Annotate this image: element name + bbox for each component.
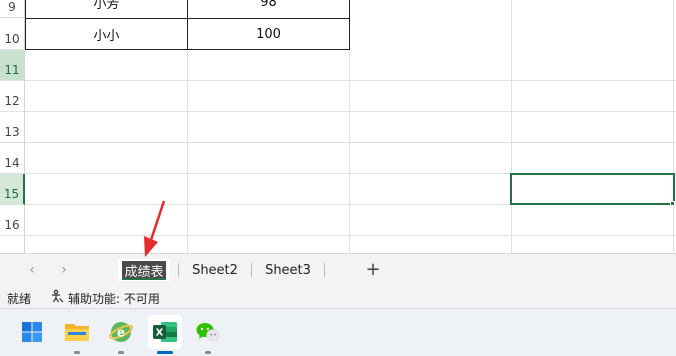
plus-icon: +: [365, 258, 381, 280]
active-cell-selection[interactable]: [510, 173, 675, 205]
next-sheet-button[interactable]: ›: [53, 260, 75, 280]
taskbar-browser[interactable]: e: [104, 315, 138, 349]
accessibility-text: 辅助功能: 不可用: [68, 292, 160, 306]
taskbar-wechat[interactable]: [191, 315, 225, 349]
row-header-16[interactable]: 16: [0, 205, 25, 236]
tab-sheet2[interactable]: Sheet2: [186, 259, 244, 281]
row-number: 14: [4, 156, 20, 170]
gridline: [25, 80, 676, 81]
taskbar-file-explorer[interactable]: [60, 315, 94, 349]
browser-icon: e: [109, 322, 133, 342]
sheet-tab-bar: ‹ › 成绩表 Sheet2 Sheet3 +: [0, 253, 676, 286]
row-number: 11: [4, 63, 20, 77]
row-number: 13: [4, 125, 20, 139]
gridline: [673, 0, 674, 253]
prev-sheet-button[interactable]: ‹: [21, 260, 43, 280]
taskbar: e X: [0, 308, 676, 356]
svg-text:e: e: [117, 326, 125, 340]
file-explorer-icon: [65, 324, 89, 341]
chevron-left-icon: ‹: [29, 262, 35, 278]
tab-separator: [251, 263, 252, 277]
status-bar: 就绪 辅助功能: 不可用: [0, 286, 676, 308]
taskbar-excel[interactable]: X: [148, 315, 182, 349]
row-number: 9: [8, 0, 16, 14]
active-tab-indicator: [122, 278, 166, 280]
cell-score-row9[interactable]: 98: [187, 0, 350, 19]
tab-separator: [178, 263, 179, 277]
status-ready-text: 就绪: [7, 292, 32, 306]
tab-label: 成绩表: [122, 260, 166, 280]
cell-name-row9[interactable]: 小芳: [25, 0, 188, 19]
tab-label: Sheet2: [192, 262, 238, 278]
cell-name-row10[interactable]: 小小: [25, 18, 188, 50]
row-number: 10: [4, 32, 20, 46]
row-header-10[interactable]: 10: [0, 18, 25, 50]
row-number: 12: [4, 94, 20, 108]
running-indicator: [74, 351, 80, 354]
row-header-11[interactable]: 11: [0, 50, 25, 81]
row-header-17[interactable]: [0, 236, 25, 253]
accessibility-status[interactable]: 辅助功能: 不可用: [68, 290, 160, 307]
cell-text: 98: [260, 0, 277, 10]
gridline: [25, 111, 676, 112]
running-indicator: [205, 351, 211, 354]
row-header-15[interactable]: 15: [0, 174, 25, 205]
row-header-13[interactable]: 13: [0, 112, 25, 143]
fill-handle[interactable]: [670, 201, 675, 206]
cell-score-row10[interactable]: 100: [187, 18, 350, 50]
running-indicator: [118, 351, 124, 354]
svg-text:X: X: [156, 328, 164, 339]
gridline: [25, 235, 676, 236]
active-app-indicator: [157, 351, 173, 354]
spreadsheet-window: 9 10 11 12 13 14 15 16 小芳 98 小小 100 ‹ › …: [0, 0, 676, 356]
start-button[interactable]: [15, 315, 49, 349]
gridline: [511, 0, 512, 253]
cell-text: 100: [256, 26, 281, 42]
tab-separator: [324, 263, 325, 277]
row-header-14[interactable]: 14: [0, 143, 25, 174]
cell-text: 小芳: [93, 0, 120, 12]
excel-icon: X: [153, 322, 177, 342]
tab-sheet3[interactable]: Sheet3: [259, 259, 317, 281]
windows-start-icon: [22, 322, 42, 342]
worksheet-grid[interactable]: 9 10 11 12 13 14 15 16 小芳 98 小小 100: [0, 0, 676, 253]
row-header-9[interactable]: 9: [0, 0, 25, 18]
wechat-icon: [196, 323, 220, 341]
gridline: [25, 142, 676, 143]
tab-label: Sheet3: [265, 262, 311, 278]
row-number: 15: [3, 187, 20, 201]
cell-text: 小小: [93, 28, 120, 44]
row-number: 16: [4, 218, 20, 232]
row-header-12[interactable]: 12: [0, 81, 25, 112]
accessibility-icon: [50, 289, 64, 306]
chevron-right-icon: ›: [61, 262, 67, 278]
add-sheet-button[interactable]: +: [362, 258, 384, 280]
